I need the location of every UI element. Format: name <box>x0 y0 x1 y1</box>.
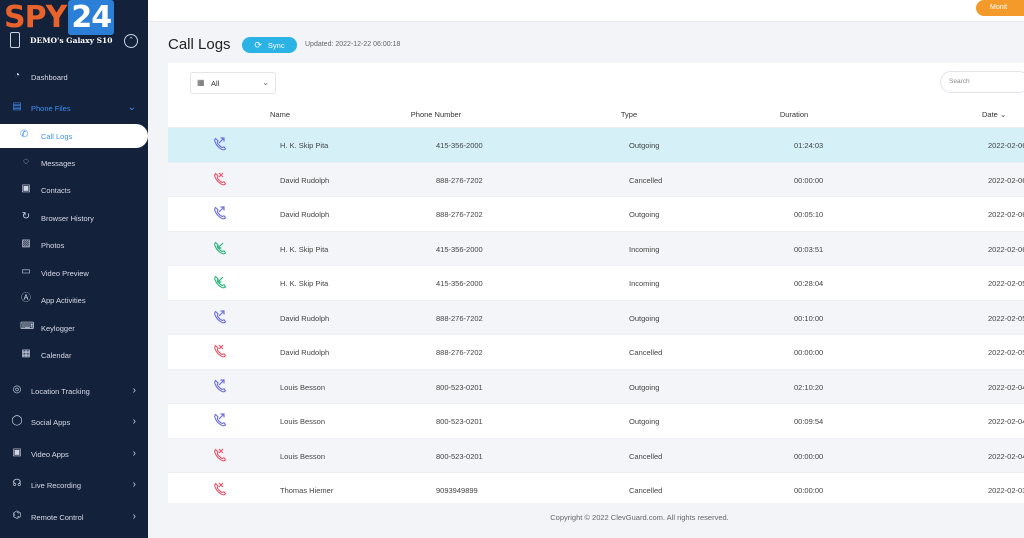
call-date: 2022-02-06 15:25:0 <box>988 210 1024 219</box>
column-header-type[interactable]: Type <box>621 110 645 119</box>
sidebar-item-calendar[interactable]: ▦ Calendar <box>0 343 148 367</box>
call-date: 2022-02-04 13:35:3 <box>988 382 1024 392</box>
incoming-call-icon <box>213 275 227 289</box>
video-icon: ▭ <box>21 266 31 277</box>
sidebar-item-contacts[interactable]: ▣ Contacts <box>0 178 148 202</box>
call-date: 2022-02-05 15:36:0 <box>988 313 1024 323</box>
keyboard-icon: ⌨ <box>20 321 35 332</box>
sidebar-item-keylogger[interactable]: ⌨ Keylogger <box>0 316 148 340</box>
call-date: 2022-02-06 15:37:2 <box>988 141 1024 150</box>
search-input[interactable]: Search <box>940 71 1024 93</box>
top-bar: Monit <box>148 0 1024 22</box>
location-icon: ◎ <box>12 384 22 395</box>
cancelled-call-icon <box>213 482 227 496</box>
sync-button[interactable]: ⟳ Sync <box>242 37 297 53</box>
table-row[interactable]: H. K. Skip Pita 415-356-2000 Incoming 00:28… <box>168 265 1024 300</box>
table-row[interactable]: David Rudolph 888-276-7202 Cancelled 00:00:… <box>168 334 1024 369</box>
cancelled-call-icon <box>213 172 227 186</box>
device-selector[interactable]: DEMO's Galaxy S10 ⌃ <box>0 26 148 58</box>
outgoing-call-icon <box>213 206 227 220</box>
table-row[interactable]: David Rudolph 888-276-7202 Cancelled 00:00:… <box>168 161 1024 196</box>
sidebar-item-phone-files[interactable]: ▤ Phone Files ⌄ <box>0 96 148 120</box>
column-header-name[interactable]: Name <box>270 110 300 119</box>
sidebar-item-social-apps[interactable]: ◯ Social Apps › <box>0 410 148 434</box>
calendar-icon: ▦ <box>21 348 31 359</box>
calendar-icon: ▦ <box>197 78 205 87</box>
column-header-duration[interactable]: Duration <box>780 110 822 119</box>
contacts-icon: ▣ <box>21 183 31 194</box>
chevron-right-icon: › <box>132 416 136 427</box>
video-app-icon: ▣ <box>12 447 22 458</box>
sidebar-item-photos[interactable]: ▨ Photos <box>0 233 148 257</box>
sidebar-item-messages[interactable]: ◌ Messages <box>0 151 148 175</box>
sync-icon: ⟳ <box>254 40 262 50</box>
call-date: 2022-02-05 12:23:0 <box>988 348 1024 357</box>
monitor-button[interactable]: Monit <box>976 0 1024 16</box>
dashboard-icon: ◔ <box>13 70 21 81</box>
sort-desc-icon: ⌄ <box>999 110 1007 119</box>
chevron-right-icon: › <box>132 448 136 459</box>
sidebar-item-live-recording[interactable]: ☊ Live Recording › <box>0 473 148 497</box>
sidebar-item-remote-control[interactable]: ⌬ Remote Control › <box>0 505 148 529</box>
history-icon: ↻ <box>21 211 31 222</box>
table-row[interactable]: Louis Besson 800-523-0201 Outgoing 02:10:20… <box>168 368 1024 403</box>
chat-icon: ◯ <box>11 415 23 426</box>
chevron-right-icon: › <box>132 385 136 396</box>
table-header: Name Phone Number Type Duration Date ⌄ <box>168 101 1024 127</box>
call-date: 2022-02-04 10:00:3 <box>988 451 1024 461</box>
table-row[interactable]: David Rudolph 888-276-7202 Outgoing 00:05:1… <box>168 196 1024 231</box>
outgoing-call-icon <box>213 137 227 151</box>
table-row[interactable]: Louis Besson 800-523-0201 Cancelled 00:00:0… <box>168 437 1024 472</box>
sidebar-item-call-logs[interactable]: ✆ Call Logs <box>0 124 148 148</box>
remote-icon: ⌬ <box>12 510 22 521</box>
updated-timestamp: Updated: 2022-12-22 06:00:18 <box>305 41 401 48</box>
record-icon: ☊ <box>12 478 22 489</box>
table-row[interactable]: H. K. Skip Pita 415-356-2000 Outgoing 01:24… <box>168 127 1024 162</box>
sidebar-item-app-activities[interactable]: Ⓐ App Activities <box>0 288 148 312</box>
sidebar-item-video-preview[interactable]: ▭ Video Preview <box>0 261 148 285</box>
table-row[interactable]: H. K. Skip Pita 415-356-2000 Incoming 00:03… <box>168 230 1024 265</box>
footer-copyright: Copyright © 2022 ClevGuard.com. All righ… <box>550 513 729 522</box>
table-row[interactable]: Louis Besson 800-523-0201 Outgoing 00:09:54… <box>168 403 1024 438</box>
device-name: DEMO's Galaxy S10 <box>30 36 113 45</box>
table-row[interactable]: Thomas Hiemer 9093949899 Cancelled 00:00:00… <box>168 472 1024 507</box>
filter-select[interactable]: ▦ All ⌄ <box>190 72 276 94</box>
phone-device-icon <box>10 32 20 48</box>
chevron-down-icon: ⌄ <box>262 78 269 87</box>
cancelled-call-icon <box>213 344 227 358</box>
chevron-down-icon: ⌄ <box>127 102 136 113</box>
call-date: 2022-02-05 19:24:0 <box>988 279 1024 288</box>
outgoing-call-icon <box>213 413 227 427</box>
incoming-call-icon <box>213 241 227 255</box>
sidebar-item-location-tracking[interactable]: ◎ Location Tracking › <box>0 379 148 403</box>
file-icon: ▤ <box>12 101 22 112</box>
page-title: Call Logs <box>168 36 231 53</box>
call-logs-panel: ▦ All ⌄ Search Name Phone Number Type Du… <box>168 63 1024 503</box>
call-date: 2022-02-06 09:06:5 <box>988 244 1024 254</box>
cancelled-call-icon <box>213 448 227 462</box>
sidebar-item-browser-history[interactable]: ↻ Browser History <box>0 206 148 230</box>
outgoing-call-icon <box>213 309 227 324</box>
sidebar-item-dashboard[interactable]: ◔ Dashboard <box>0 65 148 89</box>
call-date: 2022-02-03 13:36:0 <box>988 486 1024 495</box>
chevron-right-icon: › <box>132 511 136 522</box>
photo-icon: ▨ <box>21 238 31 249</box>
sidebar-item-video-apps[interactable]: ▣ Video Apps › <box>0 442 148 466</box>
chevron-up-icon[interactable]: ⌃ <box>124 34 138 48</box>
outgoing-call-icon <box>213 378 227 393</box>
call-log-table: H. K. Skip Pita 415-356-2000 Outgoing 01:24… <box>168 127 1024 507</box>
column-header-date[interactable]: Date ⌄ <box>982 110 1006 119</box>
message-icon: ◌ <box>23 156 29 167</box>
column-header-phone[interactable]: Phone Number <box>411 110 486 119</box>
call-date: 2022-02-06 15:36:1 <box>988 175 1024 185</box>
phone-icon: ✆ <box>20 129 29 140</box>
chevron-right-icon: › <box>132 479 136 490</box>
table-row[interactable]: David Rudolph 888-276-7202 Outgoing 00:10:0… <box>168 299 1024 334</box>
app-icon: Ⓐ <box>21 293 31 304</box>
sidebar: SPY 24 DEMO's Galaxy S10 ⌃ ◔ Dashboard ▤ … <box>0 0 148 538</box>
call-date: 2022-02-04 10:15:0 <box>988 417 1024 426</box>
